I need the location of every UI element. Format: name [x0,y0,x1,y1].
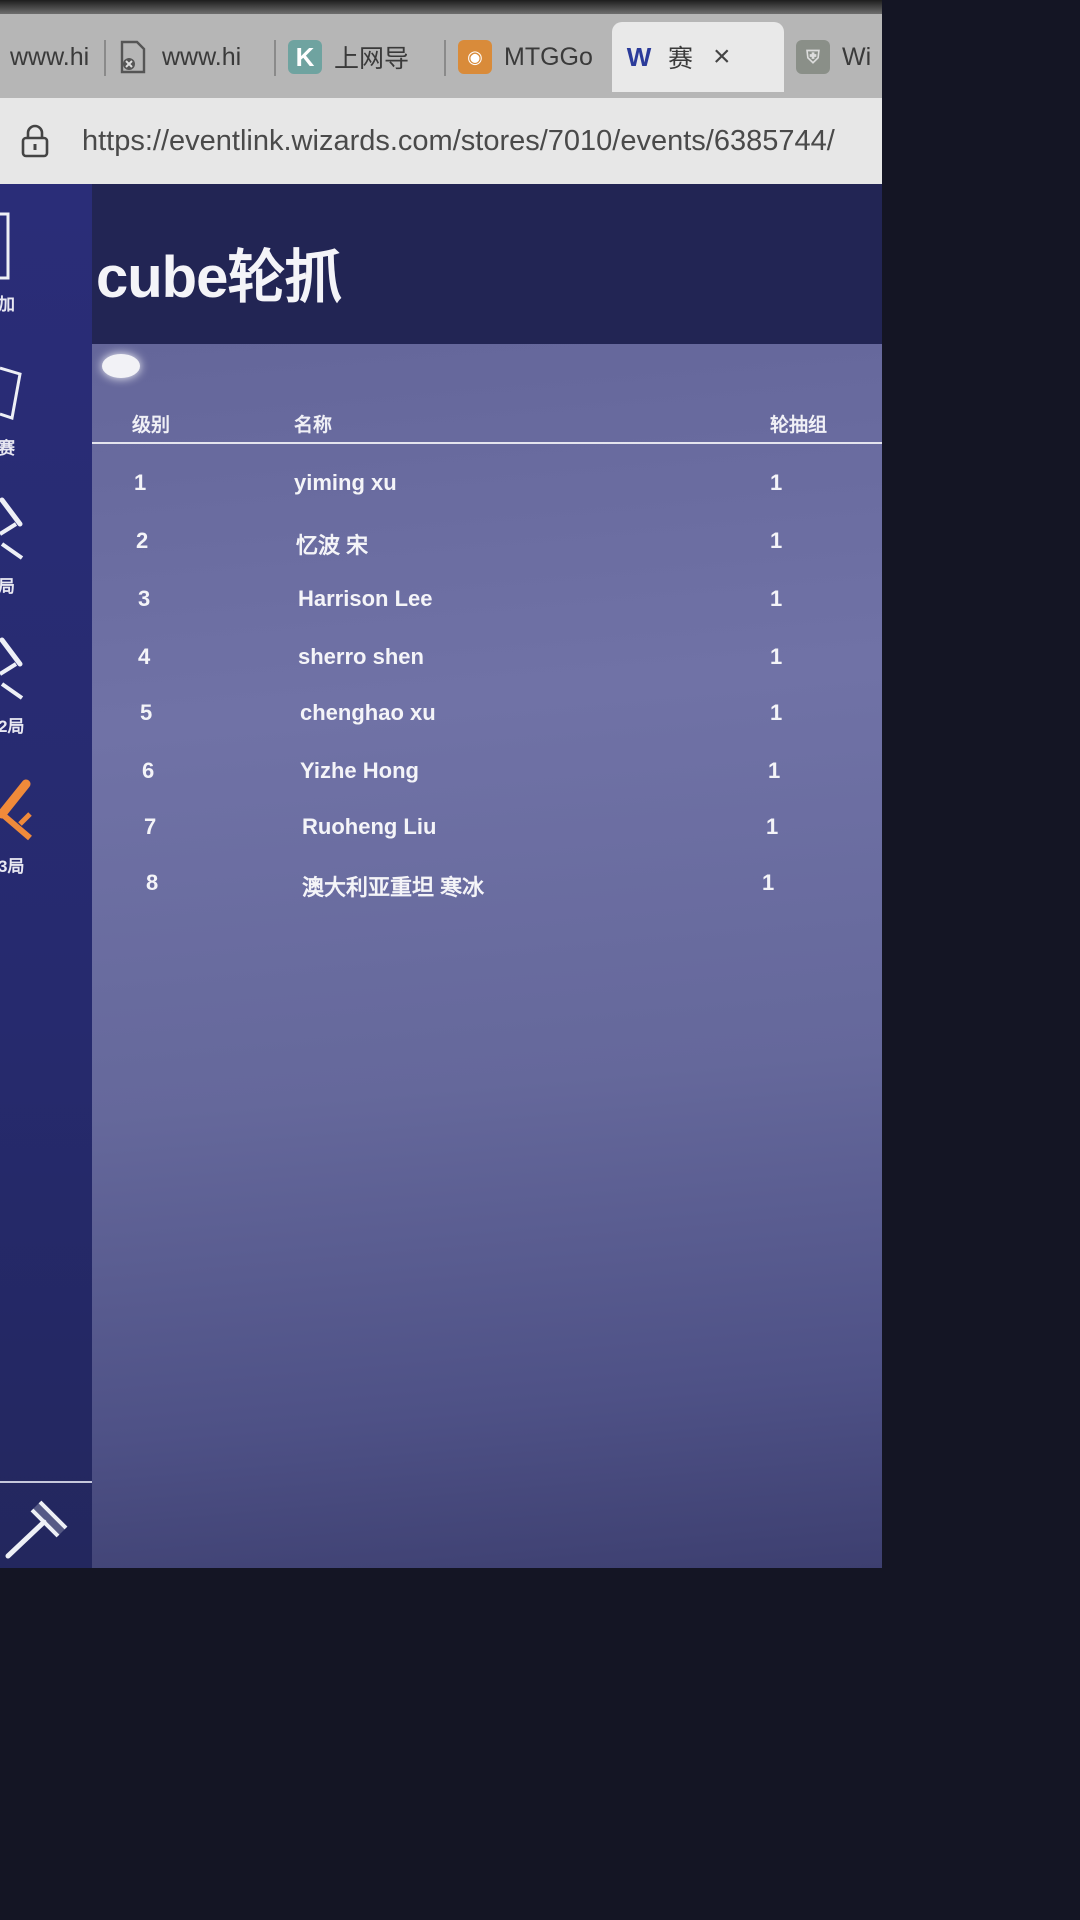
column-header-pod[interactable]: 轮抽组 [770,410,827,437]
screen: www.hi www.hi K 上网导 ◉ MTGGo W 赛 × ⛨ Wi h… [0,0,882,1568]
column-header-rank[interactable]: 级别 [132,410,170,437]
table-row[interactable]: 2 忆波 宋 1 [50,514,882,570]
address-bar[interactable]: https://eventlink.wizards.com/stores/701… [0,98,882,184]
rank-cell: 2 [136,528,149,553]
event-header: cube轮抓 [44,184,882,346]
rank-cell: 3 [138,586,151,611]
browser-tab-1[interactable]: www.hi [0,22,106,92]
mtggo-logo-icon: ◉ [458,40,492,74]
wizards-w-icon: W [626,41,652,72]
tab-label: Wi [842,42,872,71]
rank-cell: 5 [140,700,153,725]
pod-cell: 1 [762,870,775,895]
event-main: cube轮抓 级别 名称 轮抽组 1 yiming xu 1 2 忆波 宋 1 [44,184,882,1568]
rank-cell: 8 [146,870,159,895]
browser-tab-4[interactable]: ◉ MTGGo [448,22,612,92]
sidebar-item-label: 2局 [0,717,25,736]
tab-label: www.hi [162,42,242,71]
pod-cell: 1 [768,758,781,783]
sidebar-item-round-2[interactable]: 2局 [0,634,60,740]
player-name-cell: Yizhe Hong [300,758,419,783]
pod-cell: 1 [766,814,779,839]
swords-icon [0,494,26,569]
sidebar-item-match[interactable]: 赛 [0,362,60,462]
sidebar-item-judge[interactable] [0,1496,80,1560]
swords-active-icon [0,774,34,849]
player-name-cell: sherro shen [298,644,424,669]
rank-cell: 6 [142,758,155,783]
tab-label: MTGGo [504,42,593,71]
eventlink-page: cube轮抓 级别 名称 轮抽组 1 yiming xu 1 2 忆波 宋 1 [0,184,882,1568]
gavel-icon [0,1496,76,1565]
pod-cell: 1 [770,528,783,553]
table-row[interactable]: 4 sherro shen 1 [50,630,882,686]
pod-cell: 1 [770,644,783,669]
tab-separator [444,40,446,76]
tab-label: 上网导 [334,45,410,73]
swords-icon [0,634,26,709]
table-row[interactable]: 3 Harrison Lee 1 [50,572,882,628]
sidebar-item-label: 加 [0,295,15,314]
sidebar-item-label: 3局 [0,857,25,876]
rank-cell: 1 [134,470,147,495]
column-header-name[interactable]: 名称 [294,410,332,437]
player-name-cell: 忆波 宋 [296,533,369,558]
toggle-switch[interactable] [102,354,140,378]
table-row[interactable]: 1 yiming xu 1 [50,456,882,512]
broken-page-icon [116,40,150,74]
sidebar-item-add[interactable]: 加 [0,204,60,316]
cards-icon [0,362,22,427]
table-header: 级别 名称 轮抽组 [50,404,882,444]
close-tab-icon[interactable]: × [713,40,731,74]
player-name-cell: yiming xu [294,470,397,495]
browser-tab-2[interactable]: www.hi [106,22,276,92]
table-row[interactable]: 8 澳大利亚重坦 寒冰 1 [50,856,882,912]
sidebar-item-round-3[interactable]: 3局 [0,774,60,880]
standings-panel: 级别 名称 轮抽组 1 yiming xu 1 2 忆波 宋 1 3 Harri… [50,344,882,1568]
shield-logo-icon: ⛨ [796,40,830,74]
rank-cell: 4 [138,644,151,669]
player-name-cell: chenghao xu [300,700,436,725]
window-top-edge [0,0,882,14]
browser-tab-3[interactable]: K 上网导 [278,22,446,92]
tab-label: 赛 [668,45,694,73]
table-row[interactable]: 5 chenghao xu 1 [50,686,882,742]
sidebar-item-label: 局 [0,577,15,596]
event-sidebar: 加 赛 局 2局 3局 [0,184,92,1568]
k-logo-icon: K [288,40,322,74]
rank-cell: 7 [144,814,157,839]
lock-icon[interactable] [20,124,50,158]
url-text[interactable]: https://eventlink.wizards.com/stores/701… [82,125,835,158]
event-title: cube轮抓 [96,245,342,310]
pod-cell: 1 [770,470,783,495]
player-name-cell: 澳大利亚重坦 寒冰 [302,875,485,900]
tab-separator [274,40,276,76]
browser-tab-active[interactable]: W 赛 × [612,22,784,92]
sidebar-divider [0,1481,92,1483]
player-name-cell: Ruoheng Liu [302,814,437,839]
sidebar-item-round-1[interactable]: 局 [0,494,60,600]
player-name-cell: Harrison Lee [298,586,433,611]
sidebar-item-label: 赛 [0,439,15,458]
pod-cell: 1 [770,586,783,611]
browser-tab-strip: www.hi www.hi K 上网导 ◉ MTGGo W 赛 × ⛨ Wi [0,0,882,100]
table-row[interactable]: 6 Yizhe Hong 1 [50,744,882,800]
tab-label: www.hi [10,42,90,71]
pod-cell: 1 [770,700,783,725]
add-player-icon [0,212,12,287]
browser-tab-6[interactable]: ⛨ Wi [786,22,882,92]
table-row[interactable]: 7 Ruoheng Liu 1 [50,800,882,856]
